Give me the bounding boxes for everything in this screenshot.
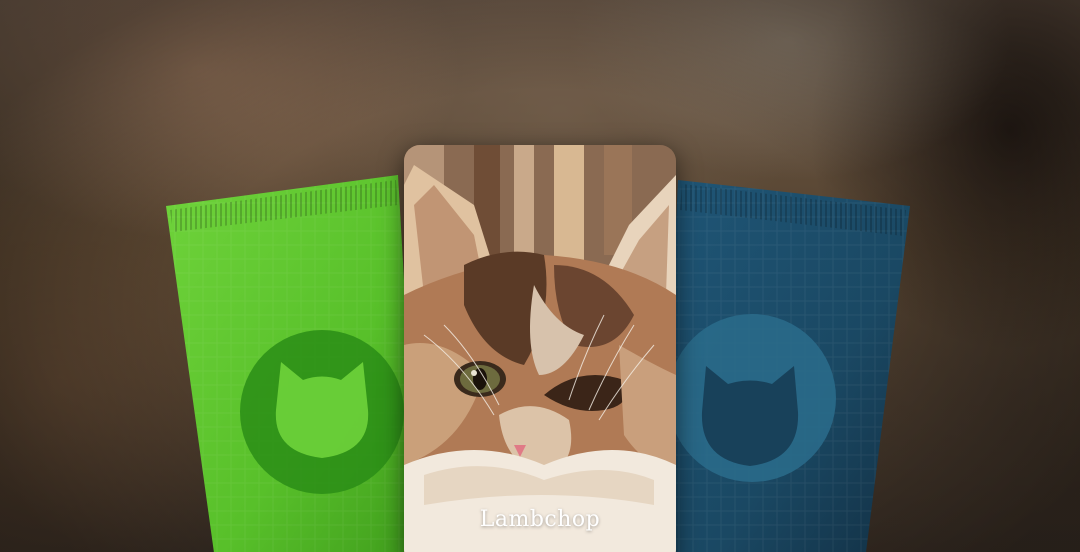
- green-pouch[interactable]: [166, 175, 420, 552]
- cat-card[interactable]: Lambchop: [404, 145, 676, 552]
- blue-pouch[interactable]: [660, 180, 910, 552]
- scene-background: Lambchop: [0, 0, 1080, 552]
- cat-portrait-image: [404, 145, 676, 552]
- cat-head-icon: [701, 366, 799, 466]
- card-name-label: Lambchop: [479, 507, 601, 532]
